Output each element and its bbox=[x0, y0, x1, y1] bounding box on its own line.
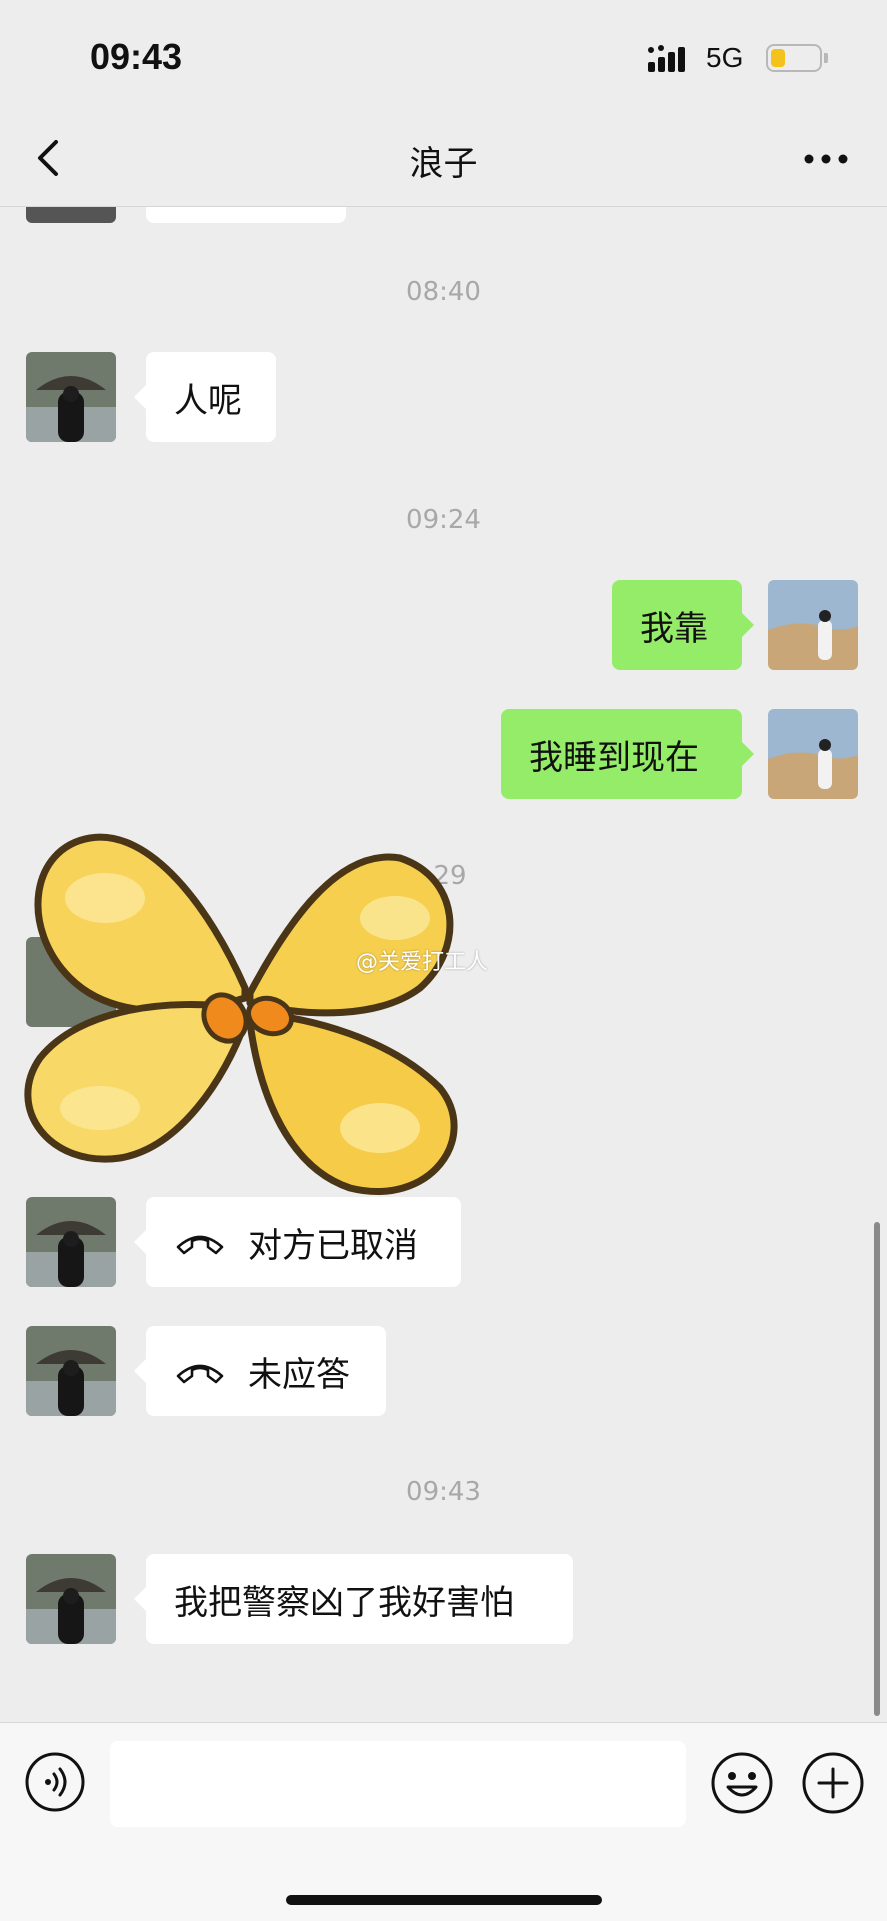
watermark: @关爱打工人 bbox=[356, 950, 489, 975]
message-input[interactable] bbox=[110, 1741, 686, 1827]
chat-title: 浪子 bbox=[409, 144, 478, 184]
status-bar: 09:43 5G bbox=[0, 0, 887, 110]
avatar-self[interactable] bbox=[768, 709, 858, 799]
message-bubble-partial bbox=[146, 207, 346, 223]
phone-hangup-icon bbox=[176, 1364, 224, 1384]
voice-call-bubble[interactable]: 未应答 bbox=[134, 1326, 386, 1416]
emoji-icon[interactable] bbox=[710, 1751, 774, 1815]
message-bubble[interactable]: 我靠 bbox=[612, 580, 754, 670]
yellow-flower-sticker bbox=[24, 833, 458, 1195]
timestamp: 09:24 bbox=[406, 505, 481, 535]
signal-icon bbox=[648, 45, 685, 72]
timestamp: 09:43 bbox=[406, 1477, 481, 1507]
message-bubble[interactable]: 人呢 bbox=[134, 352, 276, 442]
avatar-self[interactable] bbox=[768, 580, 858, 670]
call-status: 未应答 bbox=[248, 1354, 350, 1395]
avatar-contact[interactable] bbox=[26, 352, 116, 442]
avatar-contact[interactable] bbox=[26, 1326, 116, 1416]
avatar-contact[interactable] bbox=[26, 207, 116, 223]
message-bubble[interactable]: 我睡到现在 bbox=[501, 709, 754, 799]
more-icon[interactable] bbox=[804, 154, 848, 164]
scrollbar[interactable] bbox=[874, 1222, 880, 1716]
status-time: 09:43 bbox=[90, 36, 183, 77]
timestamp: 08:40 bbox=[406, 277, 481, 307]
input-bar bbox=[0, 1722, 887, 1921]
network-label: 5G bbox=[706, 42, 744, 73]
voice-icon[interactable] bbox=[24, 1751, 86, 1813]
plus-icon[interactable] bbox=[801, 1751, 865, 1815]
home-indicator bbox=[286, 1895, 602, 1905]
message-bubble[interactable]: 我把警察凶了我好害怕 bbox=[134, 1554, 573, 1644]
battery-icon bbox=[766, 44, 822, 72]
chat-header: 浪子 bbox=[0, 110, 887, 207]
avatar-contact[interactable] bbox=[26, 1554, 116, 1644]
